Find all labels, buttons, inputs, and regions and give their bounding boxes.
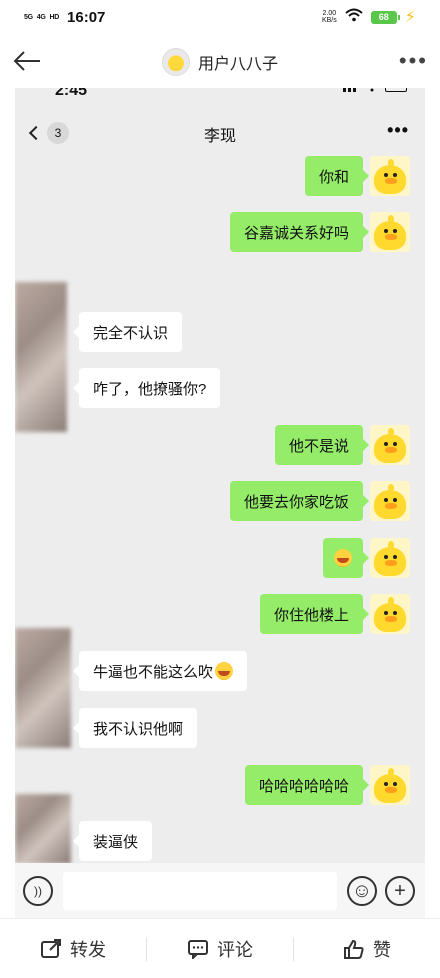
repost-label: 转发 (70, 939, 106, 960)
message-bubble-me[interactable]: 谷嘉诚关系好吗 (229, 212, 370, 252)
username[interactable]: 用户八八子 (198, 50, 278, 74)
wifi-icon (370, 88, 374, 92)
signal-5g: 5G (24, 13, 33, 21)
comment-label: 评论 (217, 939, 253, 960)
repost-icon (41, 938, 61, 958)
message-bubble-them[interactable]: 我不认识他啊 (72, 708, 198, 748)
chevron-left-icon (28, 125, 44, 141)
duck-avatar[interactable] (370, 425, 410, 465)
message-bubble-me-emoji[interactable] (323, 538, 369, 578)
message-input[interactable] (63, 871, 337, 910)
status-time: 16:07 (67, 8, 106, 26)
message-bubble-them[interactable]: 装逼侠 (72, 821, 153, 861)
comment-icon (188, 939, 208, 959)
contact-avatar-blurred[interactable] (15, 282, 67, 432)
message-bubble-them[interactable]: 牛逼也不能这么吹 (72, 651, 248, 691)
like-label: 赞 (373, 939, 391, 960)
message-bubble-me[interactable]: 你住他楼上 (259, 594, 370, 634)
duck-avatar[interactable] (370, 481, 410, 521)
chat-back-button[interactable]: 3 (28, 122, 69, 144)
chat-more-icon[interactable]: ••• (387, 120, 409, 141)
chat-title: 李现 (203, 128, 236, 145)
message-bubble-me[interactable]: 你和 (304, 156, 370, 196)
user-title[interactable]: 用户八八子 (161, 48, 278, 76)
laugh-cry-emoji-icon (215, 662, 234, 680)
message-bubble-me[interactable]: 他要去你家吃饭 (229, 481, 370, 521)
emoji-button-icon[interactable]: ☺ (347, 875, 377, 906)
duck-avatar[interactable] (370, 594, 410, 634)
repost-button[interactable]: 转发 (0, 936, 146, 962)
thumbs-up-icon (344, 939, 364, 959)
contact-avatar-blurred[interactable] (15, 628, 71, 748)
wifi-icon (345, 8, 363, 26)
voice-icon[interactable]: )) (23, 875, 53, 906)
net-speed: 2.00 KB/s (321, 10, 337, 24)
hd-badge: HD (49, 13, 60, 21)
unread-badge: 3 (47, 122, 69, 144)
chat-nav-bar: 3 李现 ••• (15, 116, 425, 152)
plus-button-icon[interactable]: + (385, 875, 415, 906)
cell-signal-icon (343, 88, 359, 92)
post-header: 用户八八子 ••• (0, 34, 440, 90)
message-bubble-me[interactable]: 他不是说 (274, 425, 370, 465)
message-bubble-them[interactable]: 完全不认识 (72, 312, 183, 352)
battery-icon: 68 (370, 10, 400, 24)
duck-avatar[interactable] (370, 212, 410, 252)
message-bubble-them[interactable]: 咋了，他撩骚你? (72, 368, 221, 408)
duck-avatar[interactable] (370, 156, 410, 196)
comment-button[interactable]: 评论 (147, 936, 293, 962)
status-bar: 5G 4G HD 16:07 2.00 KB/s 68 ⚡ (0, 0, 440, 34)
duck-avatar[interactable] (370, 538, 410, 578)
more-button[interactable]: ••• (399, 48, 428, 74)
back-arrow-icon (13, 51, 40, 71)
inner-status-bar: 2:45 (15, 88, 425, 100)
message-bubble-me[interactable]: 哈哈哈哈哈哈 (244, 765, 370, 805)
charging-icon: ⚡ (404, 9, 416, 26)
battery-icon (385, 88, 407, 92)
action-bar: 转发 评论 赞 (0, 918, 440, 978)
duck-avatar[interactable] (370, 765, 410, 805)
signal-4g: 4G (36, 13, 46, 21)
inner-time: 2:45 (55, 88, 88, 99)
back-button[interactable] (10, 44, 44, 78)
like-button[interactable]: 赞 (294, 936, 440, 962)
avatar[interactable] (161, 48, 190, 76)
chat-input-bar: )) ☺ + (15, 863, 425, 918)
laugh-cry-emoji-icon (334, 549, 352, 567)
chat-screenshot: 2:45 3 李现 ••• 你和 谷嘉诚关系好吗 完全不认识 咋了，他撩骚你? … (15, 88, 425, 918)
contact-avatar-blurred[interactable] (15, 794, 71, 864)
